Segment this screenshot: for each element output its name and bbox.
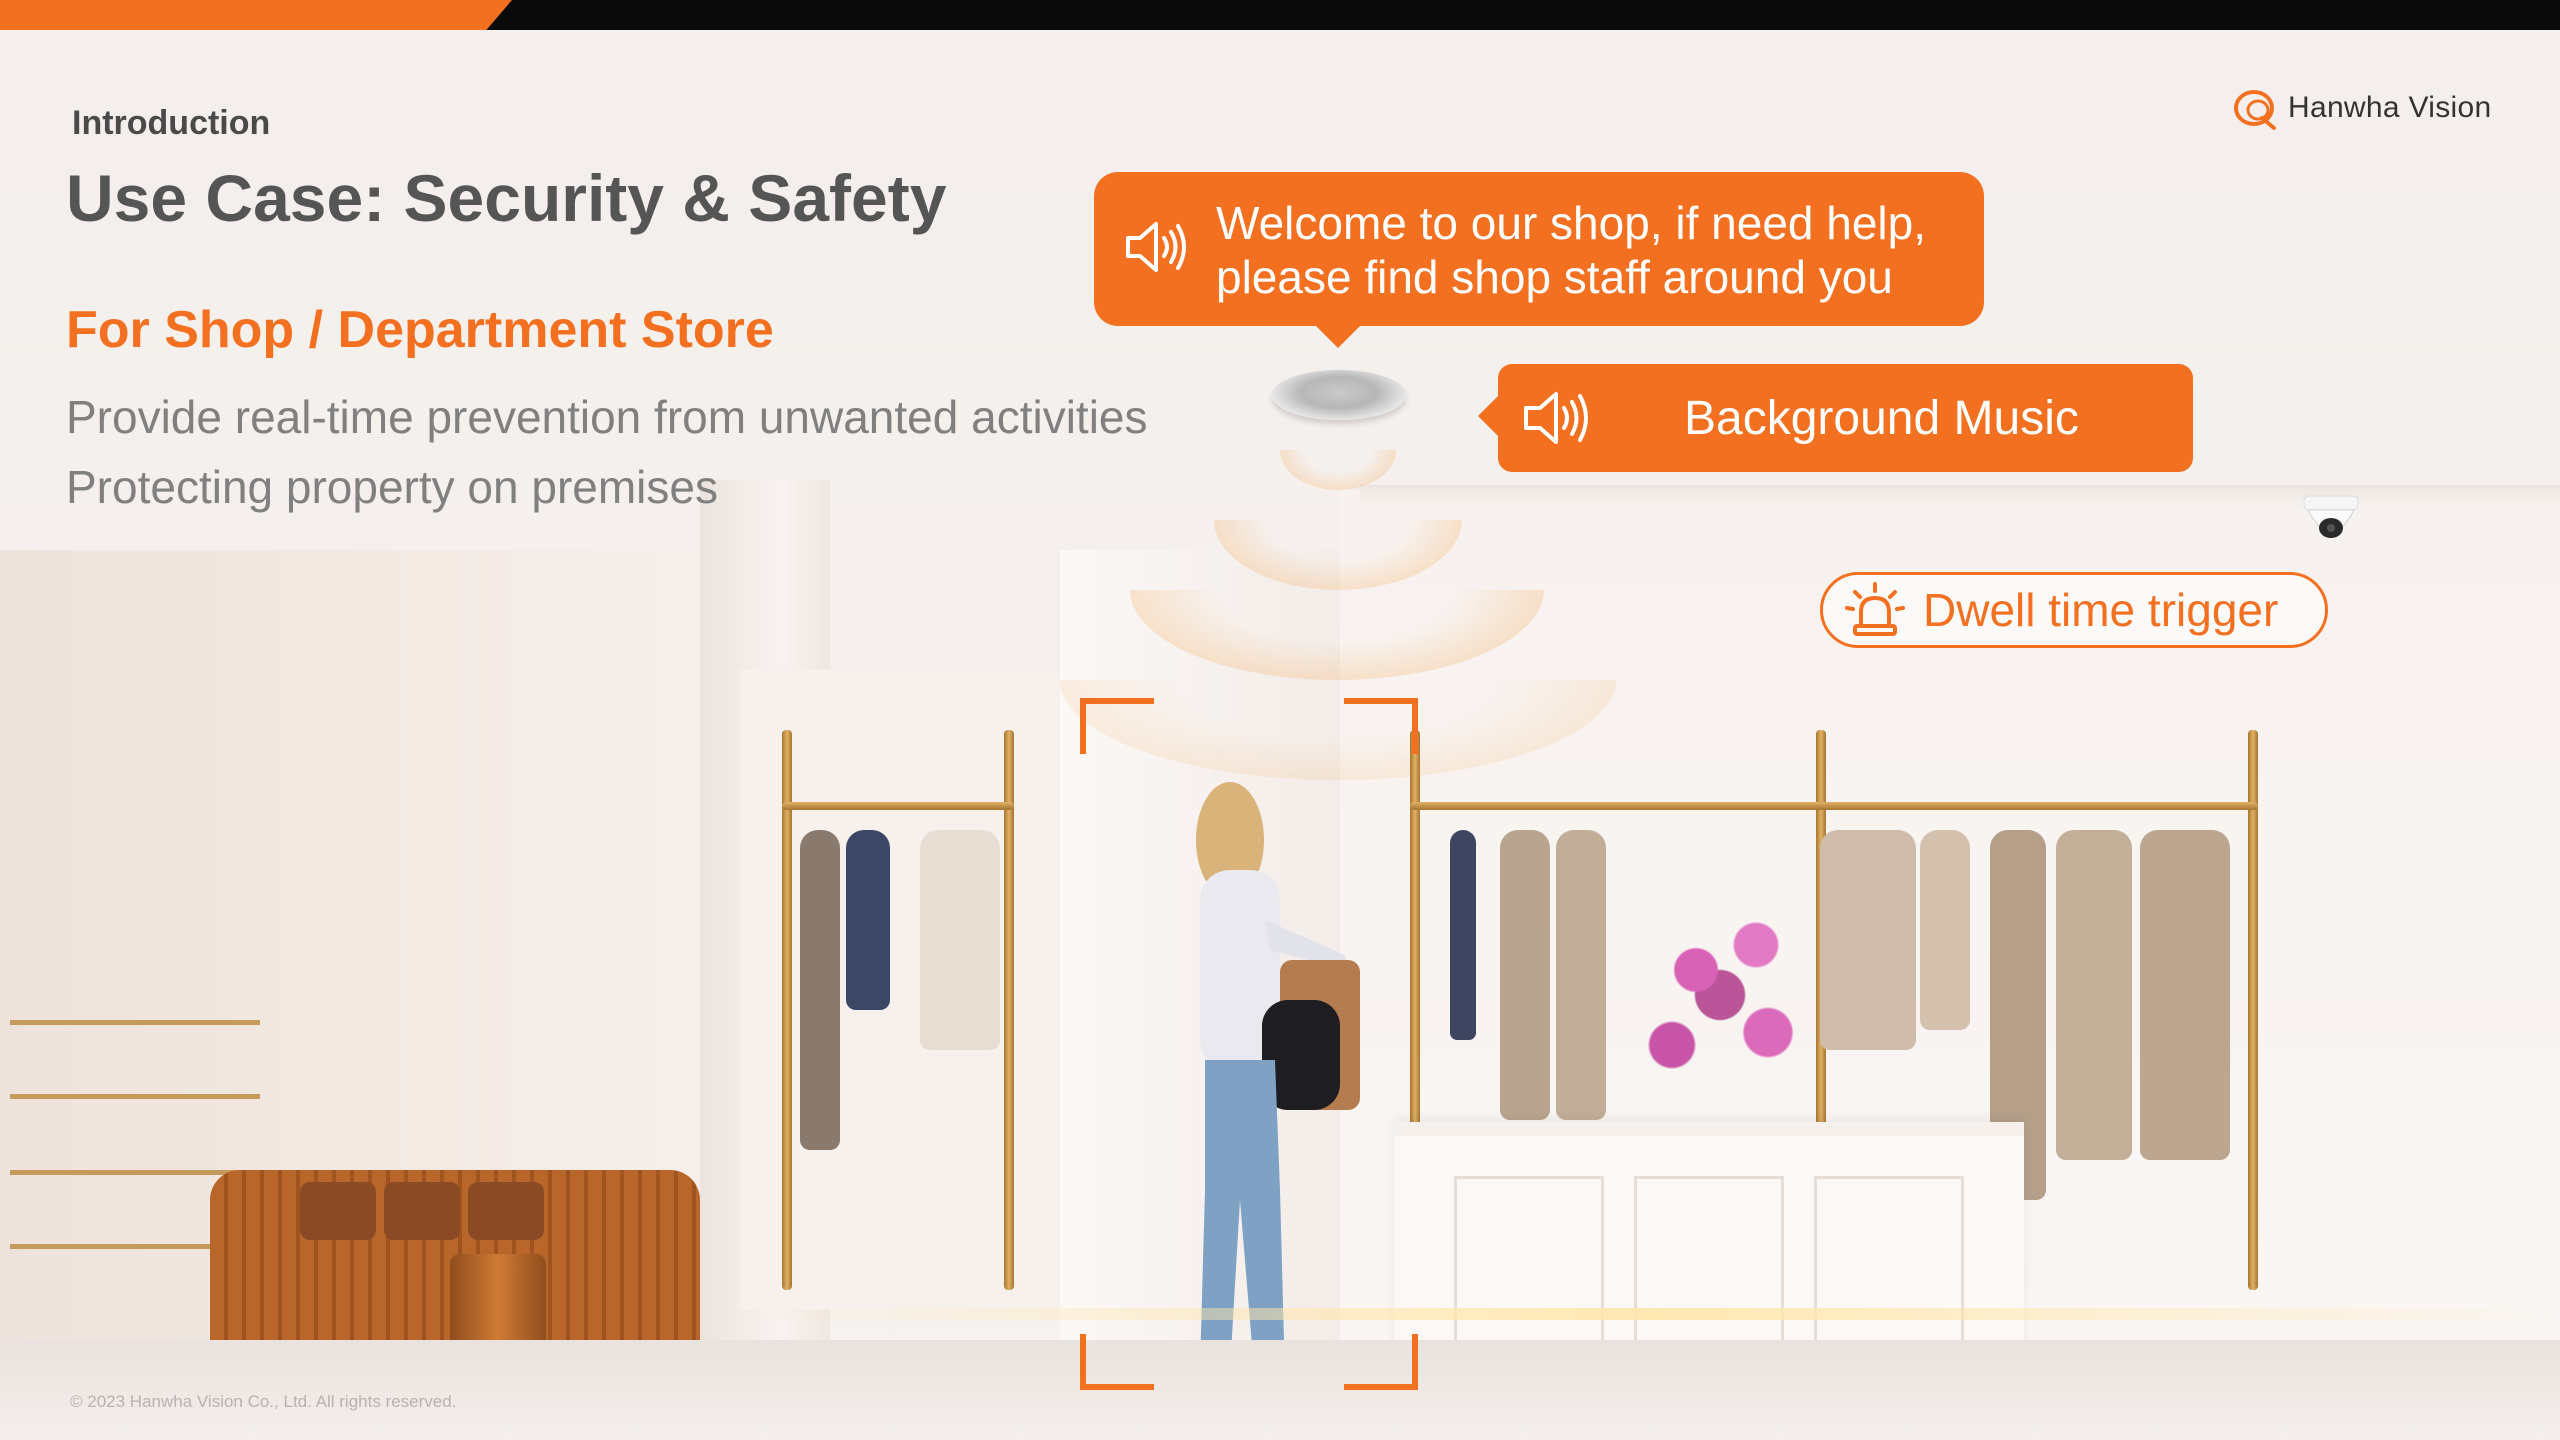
sofa-pillow bbox=[468, 1182, 544, 1240]
welcome-announcement-callout: Welcome to our shop, if need help, pleas… bbox=[1094, 172, 1984, 348]
rack-bar bbox=[1410, 802, 2258, 810]
description-line: Provide real-time prevention from unwant… bbox=[66, 391, 1148, 443]
counter-panel bbox=[1454, 1176, 1604, 1354]
speaker-icon bbox=[1126, 222, 1186, 272]
counter-panel bbox=[1634, 1176, 1784, 1354]
display-counter bbox=[1394, 1122, 2024, 1372]
rack-bar bbox=[782, 802, 1014, 810]
dwell-time-label: Dwell time trigger bbox=[1923, 584, 2279, 636]
speaker-icon bbox=[1524, 392, 1588, 444]
sound-wave bbox=[1280, 450, 1396, 490]
shopper-figure bbox=[1194, 782, 1360, 1402]
garment bbox=[1500, 830, 1550, 1120]
garment bbox=[846, 830, 890, 1010]
background-music-label: Background Music bbox=[1684, 392, 2079, 445]
garment bbox=[2140, 830, 2230, 1160]
flower-arrangement bbox=[1600, 870, 1840, 1120]
page-subtitle: For Shop / Department Store bbox=[66, 301, 774, 359]
hanwha-logo-icon bbox=[2234, 90, 2276, 130]
detection-bracket-top-right bbox=[1344, 698, 1418, 754]
dome-camera-icon bbox=[2303, 495, 2359, 538]
rack-pole bbox=[2248, 730, 2258, 1290]
garment bbox=[1556, 830, 1606, 1120]
detection-bracket-bottom-right bbox=[1344, 1334, 1418, 1390]
garment bbox=[1920, 830, 1970, 1030]
top-bar-accent bbox=[0, 0, 512, 30]
background-music-callout: Background Music bbox=[1478, 364, 2193, 472]
wall-shelf bbox=[10, 1020, 260, 1025]
brand-logo-text: Hanwha Vision bbox=[2288, 91, 2492, 124]
top-bar bbox=[0, 0, 2560, 30]
floor-light bbox=[740, 1308, 2560, 1320]
section-label: Introduction bbox=[72, 104, 271, 142]
dwell-time-trigger-badge: Dwell time trigger bbox=[1820, 572, 2328, 648]
sofa-pillow bbox=[384, 1182, 460, 1240]
page-title: Use Case: Security & Safety bbox=[66, 161, 947, 235]
ceiling-speaker bbox=[1272, 370, 1406, 420]
garment bbox=[920, 830, 1000, 1050]
wall-shelf bbox=[10, 1094, 260, 1099]
sofa-pillow bbox=[300, 1182, 376, 1240]
garment bbox=[1450, 830, 1476, 1040]
rack-pole bbox=[1004, 730, 1014, 1290]
alarm-light-icon bbox=[1845, 582, 1905, 636]
floor bbox=[0, 1340, 2560, 1440]
copyright-notice: © 2023 Hanwha Vision Co., Ltd. All right… bbox=[70, 1392, 457, 1411]
brand-logo: Hanwha Vision bbox=[2232, 86, 2491, 130]
ceiling-trim bbox=[1360, 485, 2560, 507]
counter-panel bbox=[1814, 1176, 1964, 1354]
detection-bracket-top-left bbox=[1080, 698, 1154, 754]
welcome-message: Welcome to our shop, if need help, pleas… bbox=[1216, 197, 1927, 303]
garment bbox=[2056, 830, 2132, 1160]
rack-pole bbox=[782, 730, 792, 1290]
detection-bracket-bottom-left bbox=[1080, 1334, 1154, 1390]
description-line: Protecting property on premises bbox=[66, 461, 718, 513]
garment bbox=[800, 830, 840, 1150]
